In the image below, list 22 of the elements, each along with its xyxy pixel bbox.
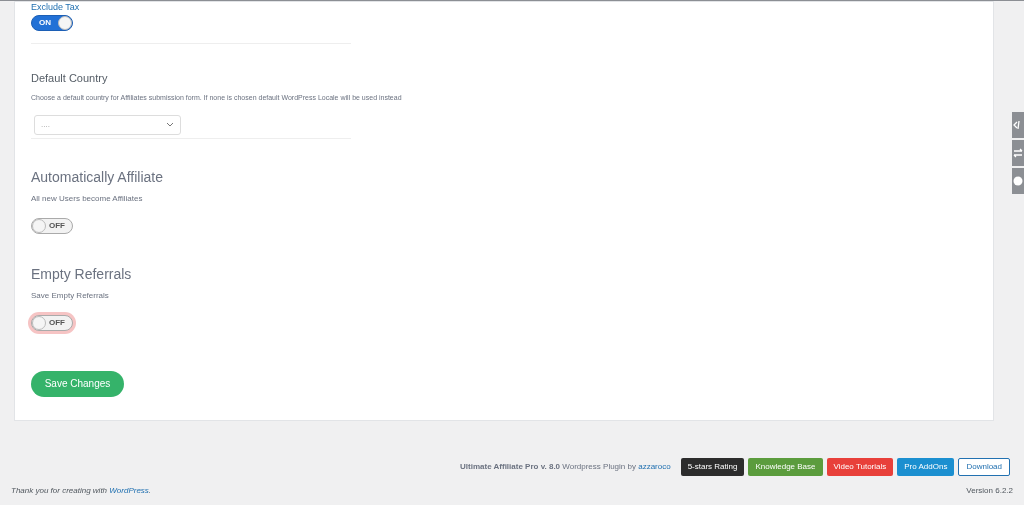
footer-link-button[interactable]: Download [958, 458, 1010, 476]
section-description: All new Users become Affiliates [31, 193, 144, 204]
toggle-switch[interactable]: ON [31, 15, 73, 31]
country-select[interactable]: .... [34, 114, 181, 135]
swap-icon[interactable] [1012, 140, 1024, 166]
footer-link-button[interactable]: Video Tutorials [826, 458, 894, 476]
footer-link-button[interactable]: Knowledge Base [748, 458, 823, 476]
code-icon[interactable] [1012, 112, 1024, 138]
section-title: Default Country [31, 71, 109, 86]
footer-link-button[interactable]: 5-stars Rating [680, 458, 745, 476]
chevron-down-icon [166, 122, 174, 127]
author-link[interactable]: azzaroco [638, 462, 671, 471]
toggle-switch[interactable]: OFF [31, 217, 73, 234]
section-title: Empty Referrals [31, 264, 132, 284]
section-description: Save Empty Referrals [31, 290, 110, 301]
section-title: Automatically Affiliate [31, 167, 164, 187]
footer-link-button[interactable]: Pro AddOns [897, 458, 955, 476]
plugin-credit: Ultimate Affiliate Pro v. 8.0 Wordpress Plugin by azzaroco [460, 461, 671, 473]
setting-label: Exclude Tax [31, 2, 80, 12]
footer-thank-you: Thank you for creating with WordPress. [11, 485, 152, 497]
version-text: Version 6.2.2 [966, 485, 1013, 497]
save-changes-button[interactable]: Save Changes [31, 370, 124, 397]
